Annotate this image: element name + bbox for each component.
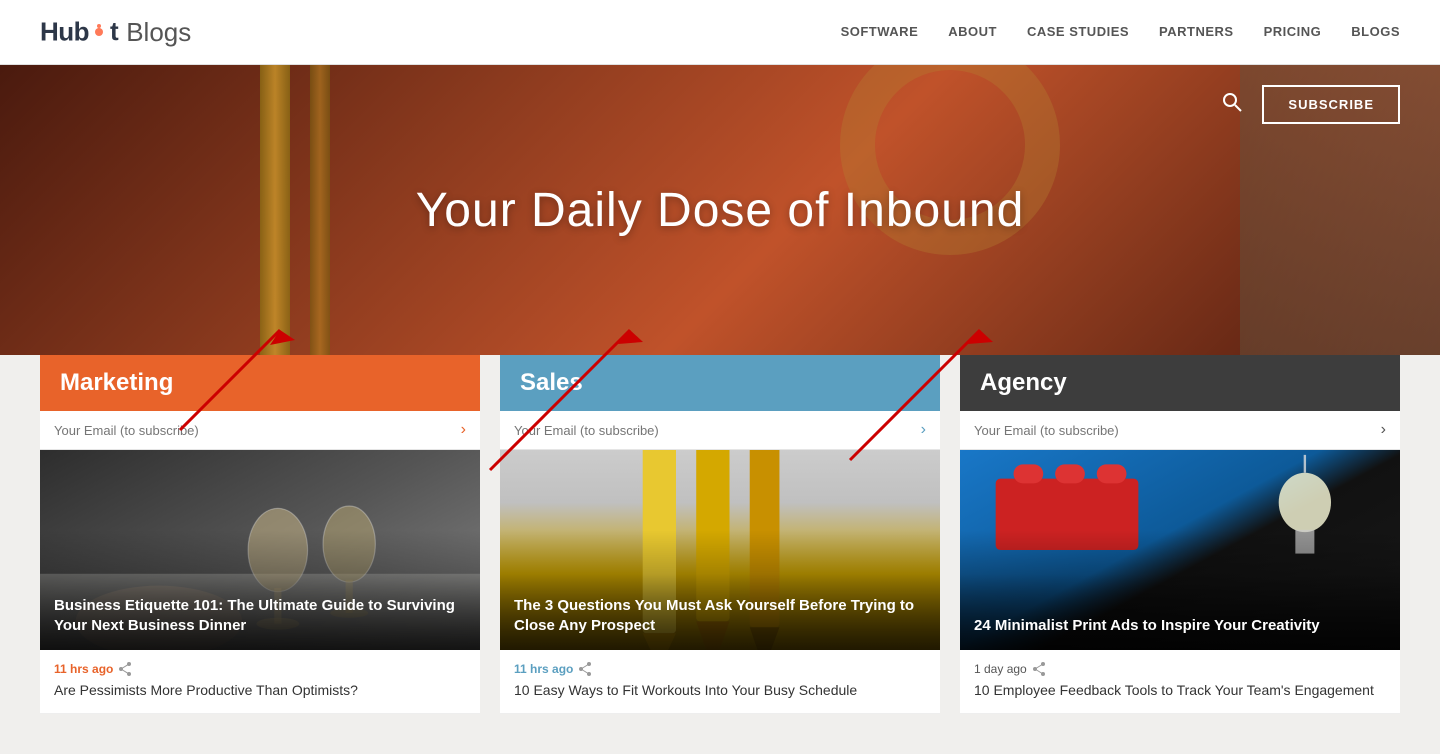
nav-item-case-studies[interactable]: CASE STUDIES: [1027, 23, 1129, 41]
marketing-subscribe-arrow[interactable]: ›: [461, 421, 466, 439]
subscribe-button[interactable]: SUBSCRIBE: [1262, 85, 1400, 124]
pillar-left2: [310, 65, 330, 355]
marketing-email-row: ›: [40, 411, 480, 450]
agency-article-meta: 1 day ago: [974, 662, 1386, 676]
sales-title: Sales: [520, 369, 583, 396]
marketing-featured-title: Business Etiquette 101: The Ultimate Gui…: [40, 582, 480, 651]
logo-blogs: Blogs: [126, 17, 191, 48]
sales-email-input[interactable]: [514, 423, 921, 438]
marketing-featured-thumb[interactable]: Business Etiquette 101: The Ultimate Gui…: [40, 450, 480, 650]
marketing-email-input[interactable]: [54, 423, 461, 438]
hero-actions: SUBSCRIBE: [1222, 85, 1400, 124]
marketing-column: Marketing ›: [40, 355, 480, 714]
hero-section: SUBSCRIBE Your Daily Dose of Inbound: [0, 65, 1440, 355]
agency-featured-title: 24 Minimalist Print Ads to Inspire Your …: [960, 602, 1400, 650]
marketing-article-meta: 11 hrs ago: [54, 662, 466, 676]
marketing-secondary: 11 hrs ago Are Pessimists More Productiv…: [40, 650, 480, 714]
sales-subscribe-arrow[interactable]: ›: [921, 421, 926, 439]
marketing-header: Marketing: [40, 355, 480, 411]
search-button[interactable]: [1222, 92, 1242, 118]
sales-time: 11 hrs ago: [514, 662, 573, 676]
agency-subscribe-arrow[interactable]: ›: [1381, 421, 1386, 439]
sales-secondary-title[interactable]: 10 Easy Ways to Fit Workouts Into Your B…: [514, 681, 926, 701]
sales-article-meta: 11 hrs ago: [514, 662, 926, 676]
logo-area: Hub t Blogs: [40, 16, 841, 48]
hero-content: Your Daily Dose of Inbound: [416, 183, 1025, 238]
share-icon[interactable]: [579, 662, 593, 676]
agency-title: Agency: [980, 369, 1067, 396]
agency-secondary: 1 day ago 10 Employee Feedback Tools to …: [960, 650, 1400, 714]
nav-links: SOFTWARE ABOUT CASE STUDIES PARTNERS PRI…: [841, 23, 1400, 41]
share-icon[interactable]: [119, 662, 133, 676]
sales-featured-thumb[interactable]: The 3 Questions You Must Ask Yourself Be…: [500, 450, 940, 650]
sales-email-row: ›: [500, 411, 940, 450]
agency-time: 1 day ago: [974, 662, 1027, 676]
nav-item-blogs[interactable]: BLOGS: [1351, 23, 1400, 41]
marketing-secondary-title[interactable]: Are Pessimists More Productive Than Opti…: [54, 681, 466, 701]
sales-secondary: 11 hrs ago 10 Easy Ways to Fit Workouts …: [500, 650, 940, 714]
nav-item-partners[interactable]: PARTNERS: [1159, 23, 1234, 41]
pillar-left: [260, 65, 290, 355]
nav-item-about[interactable]: ABOUT: [948, 23, 997, 41]
hubspot-icon: [90, 23, 108, 41]
sales-column: Sales ›: [500, 355, 940, 714]
sales-featured-title: The 3 Questions You Must Ask Yourself Be…: [500, 582, 940, 651]
nav-item-software[interactable]: SOFTWARE: [841, 23, 919, 41]
marketing-title: Marketing: [60, 369, 173, 396]
share-icon[interactable]: [1033, 662, 1047, 676]
hero-title: Your Daily Dose of Inbound: [416, 183, 1025, 238]
logo[interactable]: Hub t: [40, 16, 118, 48]
agency-column: Agency ›: [960, 355, 1400, 714]
agency-header: Agency: [960, 355, 1400, 411]
sales-header: Sales: [500, 355, 940, 411]
agency-email-row: ›: [960, 411, 1400, 450]
navbar: Hub t Blogs SOFTWARE ABOUT CASE STUDIES …: [0, 0, 1440, 65]
columns-grid: Marketing ›: [40, 355, 1400, 714]
content-area: Marketing ›: [0, 355, 1440, 754]
agency-featured-thumb[interactable]: 24 Minimalist Print Ads to Inspire Your …: [960, 450, 1400, 650]
agency-email-input[interactable]: [974, 423, 1381, 438]
agency-secondary-title[interactable]: 10 Employee Feedback Tools to Track Your…: [974, 681, 1386, 701]
nav-item-pricing[interactable]: PRICING: [1264, 23, 1322, 41]
marketing-time: 11 hrs ago: [54, 662, 113, 676]
search-icon: [1222, 92, 1242, 112]
